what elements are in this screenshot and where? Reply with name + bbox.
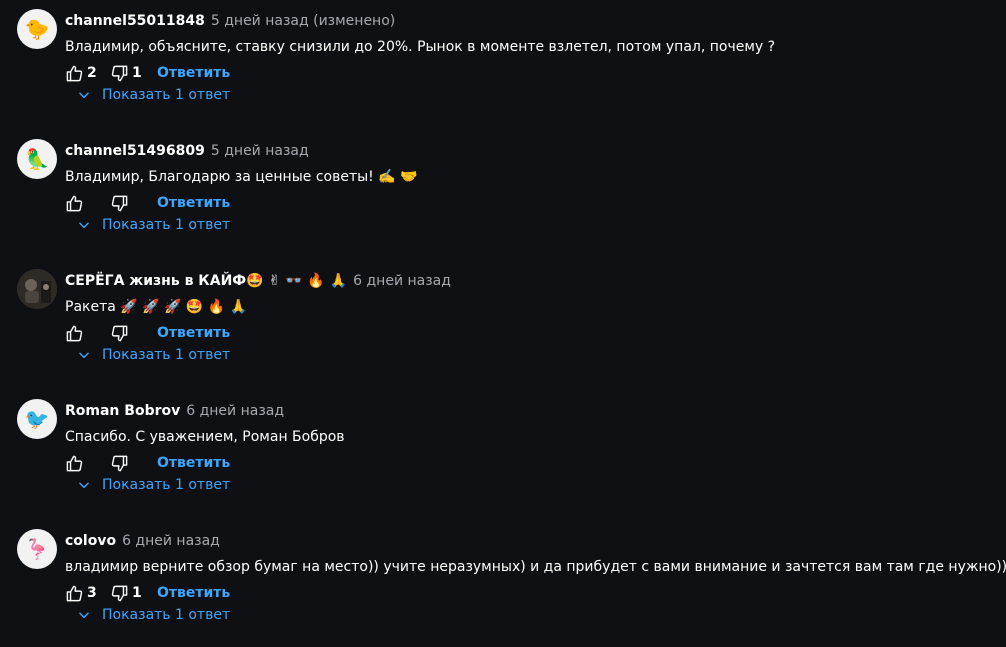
dislike-button[interactable] <box>110 194 157 213</box>
comment-actions: 3 1 Ответить <box>65 583 230 603</box>
comment-header: СЕРЁГА жизнь в КАЙФ🤩 ✌ 👓 🔥 🙏 6 дней назад <box>65 271 451 291</box>
comment-text: Ракета 🚀 🚀 🚀 🤩 🔥 🙏 <box>65 299 248 315</box>
thumbs-down-icon <box>111 65 128 81</box>
show-replies-label: Показать 1 ответ <box>102 217 231 233</box>
comment-item: 🐤 channel55011848 5 дней назад (изменено)… <box>0 0 1006 130</box>
comment-actions: Ответить <box>65 323 230 343</box>
thumbs-up-icon <box>66 455 83 471</box>
thumbs-up-icon <box>66 195 83 211</box>
show-replies-button[interactable]: Показать 1 ответ <box>75 475 230 495</box>
thumbs-up-icon <box>66 325 83 341</box>
show-replies-label: Показать 1 ответ <box>102 477 231 493</box>
like-button[interactable] <box>65 454 110 473</box>
comment-text: владимир верните обзор бумаг на место)) … <box>65 559 1006 575</box>
reply-button[interactable]: Ответить <box>157 195 230 211</box>
dislike-count: 1 <box>132 585 142 601</box>
comment-author[interactable]: Roman Bobrov <box>65 403 180 419</box>
comment-header: colovo 6 дней назад <box>65 531 220 551</box>
dislike-count: 1 <box>132 65 142 81</box>
like-button[interactable]: 3 <box>65 584 110 603</box>
like-button[interactable]: 2 <box>65 64 110 83</box>
comment-actions: 2 1 Ответить <box>65 63 230 83</box>
avatar[interactable]: 🦩 <box>17 529 57 569</box>
reply-button[interactable]: Ответить <box>157 455 230 471</box>
comment-header: channel51496809 5 дней назад <box>65 141 309 161</box>
reply-button[interactable]: Ответить <box>157 65 230 81</box>
show-replies-button[interactable]: Показать 1 ответ <box>75 215 230 235</box>
like-count: 2 <box>87 65 97 81</box>
comment-text: Владимир, объясните, ставку снизили до 2… <box>65 39 776 55</box>
show-replies-label: Показать 1 ответ <box>102 347 231 363</box>
comment-item: СЕРЁГА жизнь в КАЙФ🤩 ✌ 👓 🔥 🙏 6 дней назад… <box>0 260 1006 390</box>
comment-author[interactable]: СЕРЁГА жизнь в КАЙФ🤩 ✌ 👓 🔥 🙏 <box>65 273 347 289</box>
dislike-button[interactable]: 1 <box>110 584 157 603</box>
like-count: 3 <box>87 585 97 601</box>
thumbs-up-icon <box>66 585 83 601</box>
chevron-down-icon <box>79 482 89 489</box>
comment-date[interactable]: 6 дней назад <box>122 533 220 549</box>
comment-text: Владимир, Благодарю за ценные советы! ✍️… <box>65 169 418 185</box>
chevron-down-icon <box>79 352 89 359</box>
thumbs-up-icon <box>66 65 83 81</box>
reply-button[interactable]: Ответить <box>157 325 230 341</box>
comment-actions: Ответить <box>65 453 230 473</box>
show-replies-button[interactable]: Показать 1 ответ <box>75 605 230 625</box>
show-replies-button[interactable]: Показать 1 ответ <box>75 345 230 365</box>
chevron-down-icon <box>79 612 89 619</box>
goose-avatar-icon: 🐤 <box>24 17 50 41</box>
comment-item: 🦩 colovo 6 дней назад владимир верните об… <box>0 520 1006 647</box>
avatar[interactable] <box>17 269 57 309</box>
like-button[interactable] <box>65 194 110 213</box>
comment-date[interactable]: 5 дней назад <box>211 143 309 159</box>
comment-date[interactable]: 6 дней назад <box>186 403 284 419</box>
parrot-avatar-icon: 🦜 <box>24 147 50 171</box>
chevron-down-icon <box>79 92 89 99</box>
like-button[interactable] <box>65 324 110 343</box>
comment-date[interactable]: 5 дней назад (изменено) <box>211 13 395 29</box>
show-replies-label: Показать 1 ответ <box>102 87 231 103</box>
comments-list: 🐤 channel55011848 5 дней назад (изменено)… <box>0 0 1006 647</box>
comment-author[interactable]: channel55011848 <box>65 13 205 29</box>
comment-author[interactable]: colovo <box>65 533 116 549</box>
chevron-down-icon <box>79 222 89 229</box>
show-replies-label: Показать 1 ответ <box>102 607 231 623</box>
flamingo-avatar-icon: 🦩 <box>24 537 50 561</box>
thumbs-down-icon <box>111 195 128 211</box>
comment-actions: Ответить <box>65 193 230 213</box>
hummingbird-avatar-icon: 🐦 <box>24 407 50 431</box>
comment-item: 🐦 Roman Bobrov 6 дней назад Спасибо. С ув… <box>0 390 1006 520</box>
avatar[interactable]: 🦜 <box>17 139 57 179</box>
comment-author[interactable]: channel51496809 <box>65 143 205 159</box>
comment-date[interactable]: 6 дней назад <box>353 273 451 289</box>
thumbs-down-icon <box>111 325 128 341</box>
dislike-button[interactable] <box>110 454 157 473</box>
show-replies-button[interactable]: Показать 1 ответ <box>75 85 230 105</box>
comment-header: Roman Bobrov 6 дней назад <box>65 401 284 421</box>
comment-item: 🦜 channel51496809 5 дней назад Владимир, … <box>0 130 1006 260</box>
comment-header: channel55011848 5 дней назад (изменено) <box>65 11 395 31</box>
dislike-button[interactable]: 1 <box>110 64 157 83</box>
comment-text: Спасибо. С уважением, Роман Бобров <box>65 429 345 445</box>
dislike-button[interactable] <box>110 324 157 343</box>
avatar[interactable]: 🐤 <box>17 9 57 49</box>
thumbs-down-icon <box>111 455 128 471</box>
reply-button[interactable]: Ответить <box>157 585 230 601</box>
photo-avatar-icon <box>17 269 57 309</box>
thumbs-down-icon <box>111 585 128 601</box>
avatar[interactable]: 🐦 <box>17 399 57 439</box>
